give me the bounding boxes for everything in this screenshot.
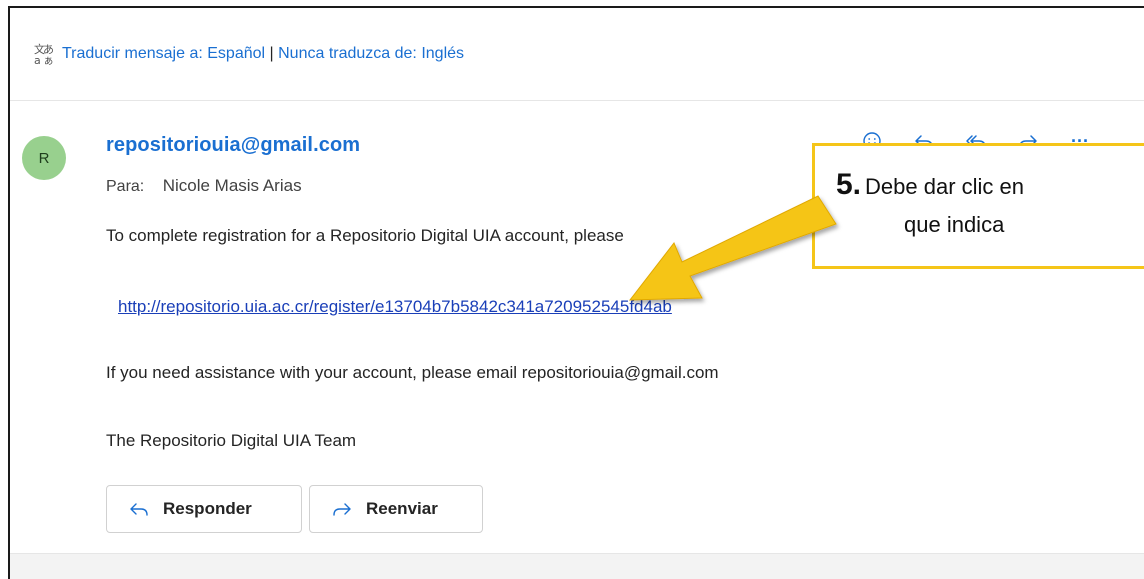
- translate-bar: 文 あ a ぁ Traducir mensaje a: Español | Nu…: [10, 8, 1144, 101]
- svg-text:ぁ: ぁ: [43, 54, 54, 65]
- reply-icon: [130, 503, 148, 516]
- registration-link[interactable]: http://repositorio.uia.ac.cr/register/e1…: [118, 297, 672, 316]
- tutorial-callout-text2: que indica: [904, 212, 1005, 237]
- never-translate-link[interactable]: Nunca traduzca de: Inglés: [278, 45, 464, 62]
- sender-address[interactable]: repositoriouia@gmail.com: [106, 134, 360, 157]
- recipient-row: Para: Nicole Masis Arias: [106, 176, 302, 196]
- translate-options: Traducir mensaje a: Español | Nunca trad…: [62, 45, 464, 63]
- forward-button-label: Reenviar: [366, 499, 438, 518]
- tutorial-callout-text1: Debe dar clic en: [865, 174, 1025, 199]
- body-text-assistance: If you need assistance with your account…: [106, 363, 719, 382]
- translate-separator: |: [269, 45, 274, 62]
- reading-pane-footer: [10, 553, 1144, 579]
- body-text-signature: The Repositorio Digital UIA Team: [106, 431, 357, 450]
- sender-avatar[interactable]: R: [22, 136, 66, 180]
- translate-to-spanish-link[interactable]: Traducir mensaje a: Español: [62, 45, 265, 62]
- forward-icon: [333, 503, 351, 516]
- tutorial-callout-line1: 5. Debe dar clic en: [836, 170, 1024, 202]
- reply-button-label: Responder: [163, 499, 252, 518]
- svg-text:a: a: [34, 54, 41, 65]
- body-text-registration: To complete registration for a Repositor…: [106, 226, 624, 245]
- tutorial-step-number: 5.: [836, 168, 862, 201]
- reply-button[interactable]: Responder: [106, 485, 302, 533]
- forward-button[interactable]: Reenviar: [309, 485, 483, 533]
- to-label: Para:: [106, 178, 145, 195]
- translate-icon: 文 あ a ぁ: [34, 43, 54, 65]
- email-reading-pane: 文 あ a ぁ Traducir mensaje a: Español | Nu…: [8, 6, 1144, 579]
- recipient-name[interactable]: Nicole Masis Arias: [163, 176, 302, 195]
- tutorial-callout-box: [812, 143, 1144, 269]
- registration-link-line: http://repositorio.uia.ac.cr/register/e1…: [118, 297, 672, 317]
